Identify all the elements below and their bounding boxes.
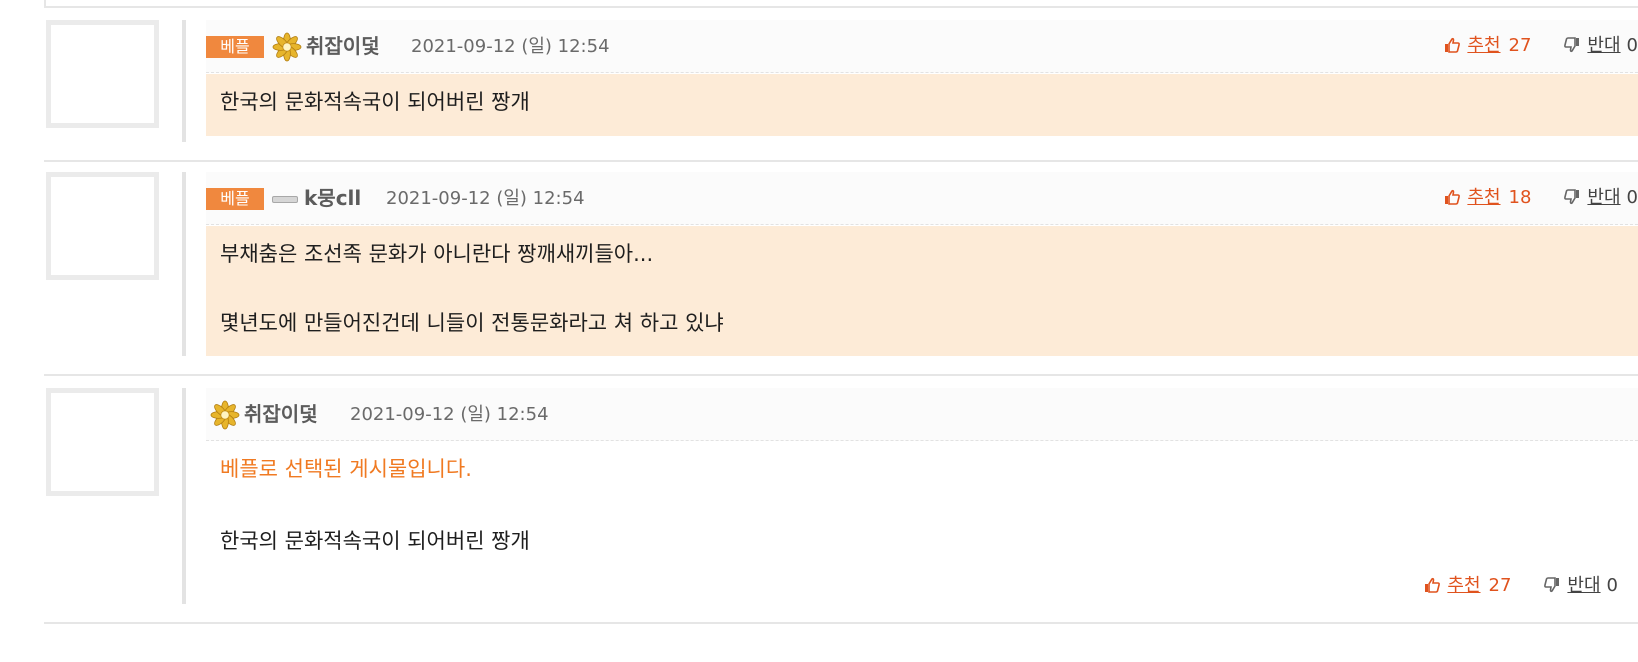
comment-header: 취잡이덫 2021-09-12 (일) 12:54 bbox=[206, 388, 1638, 441]
best-comment-badge: 베플 bbox=[206, 188, 264, 210]
downvote-count: 0 bbox=[1606, 575, 1618, 596]
upvote-count: 27 bbox=[1508, 35, 1532, 56]
downvote-button[interactable]: 반대 bbox=[1587, 187, 1620, 208]
divider bbox=[44, 374, 1638, 376]
divider bbox=[44, 622, 1638, 624]
vote-area: 추천 27 반대 0 bbox=[1443, 32, 1638, 60]
divider bbox=[44, 160, 1638, 162]
comment-body: 부채춤은 조선족 문화가 아니란다 짱깨새끼들아... 몇년도에 만들어진건데 … bbox=[206, 226, 1638, 356]
avatar bbox=[46, 172, 159, 280]
downvote-count: 0 bbox=[1626, 35, 1638, 56]
vote-area: 추천 27 반대 0 bbox=[1423, 572, 1618, 600]
flower-level-icon bbox=[210, 400, 240, 430]
comment-date: 2021-09-12 (일) 12:54 bbox=[350, 404, 549, 425]
downvote-button[interactable]: 반대 bbox=[1587, 35, 1620, 56]
upvote-count: 18 bbox=[1508, 187, 1532, 208]
comment-body: 베플로 선택된 게시물입니다. 한국의 문화적속국이 되어버린 짱개 추천 27 반… bbox=[206, 442, 1638, 602]
comment-item: 베플 k뭉cll 2021-09-12 (일) 12:54 추천 18 반대 0 부채… bbox=[46, 172, 1638, 358]
author-nickname[interactable]: 취잡이덫 bbox=[306, 32, 380, 60]
previous-comment-frame bbox=[44, 0, 1638, 8]
upvote-button[interactable]: 추천 bbox=[1447, 575, 1480, 596]
comment-body: 한국의 문화적속국이 되어버린 짱개 bbox=[206, 74, 1638, 136]
downvote-count: 0 bbox=[1626, 187, 1638, 208]
comment-date: 2021-09-12 (일) 12:54 bbox=[386, 188, 585, 209]
reply-rail bbox=[182, 20, 186, 142]
thumbs-down-icon[interactable] bbox=[1563, 36, 1581, 54]
comment-text-line: 한국의 문화적속국이 되어버린 짱개 bbox=[220, 90, 530, 114]
comment-header: 베플 k뭉cll 2021-09-12 (일) 12:54 추천 18 반대 0 bbox=[206, 172, 1638, 225]
thumbs-up-icon[interactable] bbox=[1443, 36, 1461, 54]
flower-level-icon bbox=[272, 32, 302, 62]
comment-text-line: 몇년도에 만들어진건데 니들이 전통문화라고 쳐 하고 있냐 bbox=[220, 311, 724, 335]
vote-area: 추천 18 반대 0 bbox=[1443, 184, 1638, 212]
upvote-button[interactable]: 추천 bbox=[1467, 35, 1500, 56]
best-selected-notice: 베플로 선택된 게시물입니다. bbox=[220, 457, 472, 481]
upvote-count: 27 bbox=[1488, 575, 1512, 596]
thumbs-up-icon[interactable] bbox=[1423, 576, 1441, 594]
downvote-button[interactable]: 반대 bbox=[1567, 575, 1600, 596]
comment-date: 2021-09-12 (일) 12:54 bbox=[411, 36, 610, 57]
avatar bbox=[46, 388, 159, 496]
upvote-button[interactable]: 추천 bbox=[1467, 187, 1500, 208]
reply-rail bbox=[182, 388, 186, 604]
thumbs-down-icon[interactable] bbox=[1563, 188, 1581, 206]
author-nickname[interactable]: 취잡이덫 bbox=[244, 400, 318, 428]
comment-text-line: 한국의 문화적속국이 되어버린 짱개 bbox=[220, 529, 530, 553]
best-comment-badge: 베플 bbox=[206, 36, 264, 58]
reply-rail bbox=[182, 172, 186, 356]
comment-header: 베플 취잡이덫 2021-09-12 (일) 12:54 추천 27 반대 0 bbox=[206, 20, 1638, 73]
thumbs-up-icon[interactable] bbox=[1443, 188, 1461, 206]
avatar bbox=[46, 20, 159, 128]
thumbs-down-icon[interactable] bbox=[1543, 576, 1561, 594]
comment-item: 취잡이덫 2021-09-12 (일) 12:54 베플로 선택된 게시물입니다… bbox=[46, 388, 1638, 604]
bar-level-icon bbox=[272, 196, 298, 203]
author-nickname[interactable]: k뭉cll bbox=[304, 184, 361, 212]
comment-text-line: 부채춤은 조선족 문화가 아니란다 짱깨새끼들아... bbox=[220, 242, 654, 266]
comment-item: 베플 취잡이덫 2021-09-12 (일) 12:54 추천 27 반대 0 한국의… bbox=[46, 20, 1638, 144]
